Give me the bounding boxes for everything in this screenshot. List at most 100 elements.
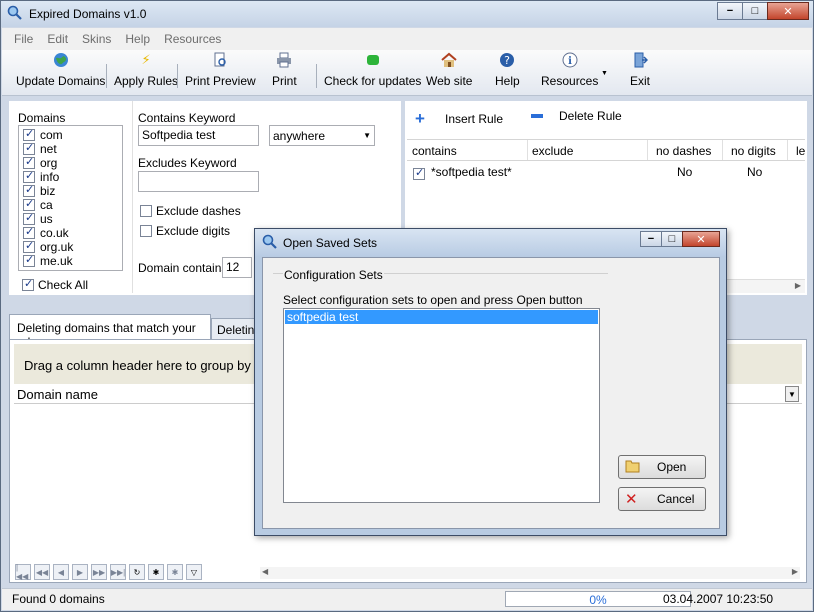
delete-rule-button[interactable]: Delete Rule [531, 109, 622, 123]
rule-enabled-checkbox[interactable] [413, 166, 425, 180]
domains-label: Domains [18, 111, 66, 125]
svg-text:i: i [568, 56, 572, 67]
dialog-close-button[interactable]: ✕ [682, 231, 720, 247]
nav-last-icon[interactable]: ▶▶| [110, 564, 126, 580]
nav-next-icon[interactable]: ▶ [72, 564, 88, 580]
check-all-checkbox[interactable]: Check All [22, 277, 88, 292]
column-chooser-button[interactable]: ▼ [785, 386, 799, 402]
table-row[interactable]: *softpedia test* No No [407, 162, 805, 182]
close-button[interactable]: ✕ [767, 2, 809, 20]
exclude-dashes-checkbox[interactable]: Exclude dashes [140, 204, 241, 218]
configuration-sets-label: Configuration Sets [283, 268, 384, 282]
nav-first-icon[interactable]: |◀◀ [15, 563, 31, 581]
exit-button[interactable]: Exit [630, 50, 650, 94]
grid-horizontal-scrollbar[interactable]: ◀ ▶ [260, 567, 800, 579]
filter-icon[interactable]: ▽ [186, 564, 202, 580]
resources-button[interactable]: i Resources [541, 50, 598, 94]
domain-contains-input[interactable]: 12 [222, 257, 252, 278]
domain-item-biz[interactable]: biz [19, 183, 122, 198]
keyword-position-select[interactable]: anywhere ▼ [269, 125, 375, 146]
cancel-button[interactable]: ✕ Cancel [618, 487, 706, 511]
menu-help[interactable]: Help [125, 32, 150, 46]
excludes-keyword-label: Excludes Keyword [138, 156, 237, 170]
excludes-keyword-input[interactable] [138, 171, 259, 192]
exclude-dashes-box[interactable] [140, 205, 152, 217]
title-bar[interactable]: Expired Domains v1.0 − □ ✕ [1, 1, 813, 27]
column-no-digits[interactable]: no digits [731, 144, 776, 158]
menu-skins[interactable]: Skins [82, 32, 111, 46]
magnifier-icon [262, 234, 277, 249]
toolbar-separator [177, 64, 178, 88]
dialog-title-bar[interactable]: Open Saved Sets − □ ✕ [255, 229, 726, 256]
column-no-dashes[interactable]: no dashes [656, 144, 711, 158]
nav-refresh-icon[interactable]: ↻ [129, 564, 145, 580]
domain-item-info[interactable]: info [19, 169, 122, 184]
menu-edit[interactable]: Edit [47, 32, 68, 46]
domain-item-me-uk[interactable]: me.uk [19, 253, 122, 268]
domain-checkbox[interactable] [23, 197, 35, 211]
domain-checkbox[interactable] [23, 211, 35, 225]
nav-append-icon[interactable]: ✱ [148, 564, 164, 580]
menu-file[interactable]: File [14, 32, 33, 46]
toolbar-separator [106, 64, 107, 88]
dialog-title: Open Saved Sets [283, 236, 378, 250]
print-preview-button[interactable]: Print Preview [185, 50, 256, 94]
domain-item-net[interactable]: net [19, 141, 122, 156]
nav-prev-page-icon[interactable]: ◀◀ [34, 564, 50, 580]
dialog-maximize-button[interactable]: □ [661, 231, 683, 247]
domain-item-org[interactable]: org [19, 155, 122, 170]
minus-icon [531, 114, 543, 118]
domain-checkbox[interactable] [23, 155, 35, 169]
update-domains-button[interactable]: Update Domains [16, 50, 105, 94]
nav-next-page-icon[interactable]: ▶▶ [91, 564, 107, 580]
toolbar-separator [316, 64, 317, 88]
red-x-icon: ✕ [625, 491, 638, 508]
column-contains[interactable]: contains [412, 144, 457, 158]
column-exclude[interactable]: exclude [532, 144, 573, 158]
printer-icon [276, 52, 292, 68]
help-button[interactable]: ? Help [495, 50, 520, 94]
lightning-icon: ⚡ [141, 52, 151, 67]
insert-rule-button[interactable]: + Insert Rule [415, 109, 503, 129]
domain-item-com[interactable]: com [19, 127, 122, 142]
domain-checkbox[interactable] [23, 183, 35, 197]
domain-checkbox[interactable] [23, 225, 35, 239]
tab-matching-rules[interactable]: Deleting domains that match your rules [9, 314, 211, 349]
domain-item-ca[interactable]: ca [19, 197, 122, 212]
dialog-minimize-button[interactable]: − [640, 231, 662, 247]
domain-item-org-uk[interactable]: org.uk [19, 239, 122, 254]
column-le[interactable]: le [796, 144, 805, 158]
maximize-button[interactable]: □ [742, 2, 768, 20]
domains-list: comnetorginfobizcausco.ukorg.ukme.uk [18, 125, 123, 271]
domain-checkbox[interactable] [23, 239, 35, 253]
print-button[interactable]: Print [272, 50, 297, 94]
nav-delete-icon[interactable]: ✱ [167, 564, 183, 580]
domain-checkbox[interactable] [23, 169, 35, 183]
green-light-icon [365, 52, 381, 68]
minimize-button[interactable]: − [717, 2, 743, 20]
domain-item-co-uk[interactable]: co.uk [19, 225, 122, 240]
column-domain-name[interactable]: Domain name [17, 387, 98, 402]
window-title: Expired Domains v1.0 [29, 7, 147, 21]
contains-keyword-input[interactable]: Softpedia test [138, 125, 259, 146]
open-button[interactable]: Open [618, 455, 706, 479]
chevron-down-icon: ▼ [363, 131, 371, 140]
check-all-box[interactable] [22, 277, 34, 291]
check-updates-button[interactable]: Check for updates [324, 50, 421, 94]
menu-resources[interactable]: Resources [164, 32, 221, 46]
list-item[interactable]: softpedia test [285, 310, 598, 324]
panel-divider [132, 101, 133, 293]
domain-checkbox[interactable] [23, 253, 35, 267]
exit-door-icon [632, 52, 648, 68]
exclude-digits-box[interactable] [140, 225, 152, 237]
resources-dropdown-arrow-icon[interactable]: ▼ [601, 70, 608, 77]
domain-checkbox[interactable] [23, 127, 35, 141]
domain-item-us[interactable]: us [19, 211, 122, 226]
domain-checkbox[interactable] [23, 141, 35, 155]
nav-prev-icon[interactable]: ◀ [53, 564, 69, 580]
web-site-button[interactable]: Web site [426, 50, 472, 94]
apply-rules-button[interactable]: ⚡ Apply Rules [114, 50, 178, 94]
rules-grid-header: contains exclude no dashes no digits le [407, 139, 805, 161]
exclude-digits-checkbox[interactable]: Exclude digits [140, 224, 230, 238]
status-bar: Found 0 domains 0% 03.04.2007 10:23:50 [2, 588, 812, 610]
